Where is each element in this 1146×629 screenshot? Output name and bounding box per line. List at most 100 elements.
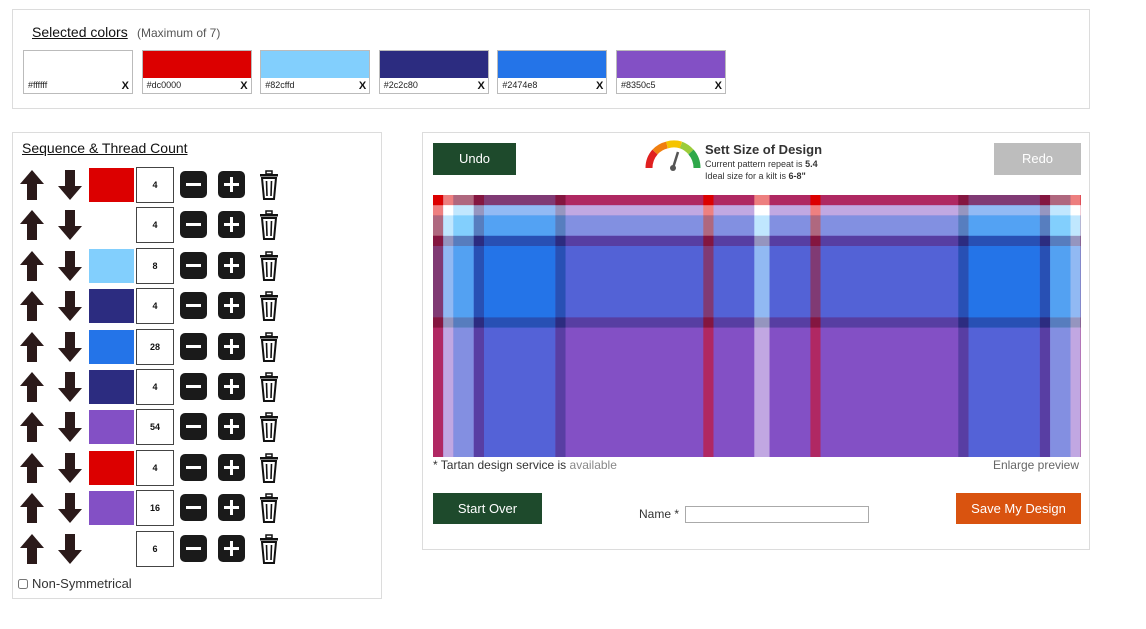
arrow-up-icon[interactable]: [19, 331, 45, 363]
sequence-row: 28: [13, 328, 383, 365]
minus-icon[interactable]: [180, 332, 207, 360]
arrow-down-icon[interactable]: [57, 371, 83, 403]
trash-icon[interactable]: [259, 291, 279, 322]
plus-icon[interactable]: [218, 373, 245, 400]
trash-icon[interactable]: [259, 453, 279, 483]
minus-icon[interactable]: [180, 373, 207, 400]
swatch-hex-label: #2474e8: [502, 80, 538, 90]
arrow-up-icon[interactable]: [19, 290, 45, 322]
arrow-down-icon[interactable]: [57, 290, 83, 322]
enlarge-preview-link[interactable]: Enlarge preview: [993, 458, 1079, 472]
start-over-button[interactable]: Start Over: [433, 493, 542, 524]
trash-icon[interactable]: [259, 170, 279, 200]
remove-color-button[interactable]: X: [240, 80, 247, 92]
plus-icon[interactable]: [218, 413, 245, 441]
color-swatch[interactable]: #2c2c80 X: [378, 50, 489, 94]
color-swatch[interactable]: #ffffff X: [23, 50, 133, 94]
sequence-color-chip[interactable]: [89, 208, 134, 243]
pattern-repeat-value: 5.4: [805, 159, 818, 169]
sequence-color-chip[interactable]: [89, 329, 134, 364]
thread-count-field[interactable]: 28: [136, 328, 174, 365]
thread-count-field[interactable]: 8: [136, 247, 174, 284]
trash-icon[interactable]: [259, 412, 279, 443]
thread-count-field[interactable]: 16: [136, 490, 174, 527]
minus-icon[interactable]: [180, 292, 207, 320]
minus-icon[interactable]: [180, 453, 207, 481]
thread-count-field[interactable]: 6: [136, 530, 174, 567]
plus-icon[interactable]: [218, 292, 245, 320]
remove-color-button[interactable]: X: [122, 80, 129, 92]
sequence-color-chip[interactable]: [89, 410, 134, 445]
arrow-up-icon[interactable]: [19, 169, 45, 201]
redo-button[interactable]: Redo: [994, 143, 1081, 175]
trash-icon[interactable]: [259, 251, 279, 281]
minus-icon[interactable]: [180, 494, 207, 522]
arrow-down-icon[interactable]: [57, 169, 83, 201]
minus-icon[interactable]: [180, 534, 207, 562]
remove-color-button[interactable]: X: [715, 80, 722, 92]
trash-icon[interactable]: [259, 493, 279, 524]
trash-icon[interactable]: [259, 533, 279, 564]
arrow-down-icon[interactable]: [57, 411, 83, 443]
sequence-color-chip[interactable]: [89, 450, 134, 485]
arrow-down-icon[interactable]: [57, 209, 83, 241]
plus-icon[interactable]: [218, 494, 245, 522]
color-swatch[interactable]: #8350c5 X: [616, 50, 726, 94]
sequence-color-chip[interactable]: [89, 531, 134, 566]
remove-color-button[interactable]: X: [596, 80, 603, 92]
remove-color-button[interactable]: X: [359, 80, 366, 92]
minus-icon[interactable]: [180, 211, 207, 239]
plus-icon[interactable]: [218, 171, 245, 198]
selected-colors-title: Selected colors: [32, 24, 128, 40]
remove-color-button[interactable]: X: [477, 80, 484, 92]
sequence-color-chip[interactable]: [89, 491, 134, 526]
minus-icon[interactable]: [180, 251, 207, 279]
sequence-row: 4: [13, 207, 383, 244]
weft-stripe: [433, 246, 1081, 318]
swatch-fill: [498, 51, 607, 78]
plus-icon[interactable]: [218, 453, 245, 481]
color-swatch[interactable]: #2474e8 X: [497, 50, 608, 94]
sequence-color-chip[interactable]: [89, 168, 134, 202]
undo-button[interactable]: Undo: [433, 143, 516, 175]
swatch-hex-label: #8350c5: [621, 80, 656, 90]
plus-icon[interactable]: [218, 534, 245, 562]
plus-icon[interactable]: [218, 211, 245, 239]
minus-icon[interactable]: [180, 413, 207, 441]
arrow-down-icon[interactable]: [57, 250, 83, 282]
arrow-down-icon[interactable]: [57, 533, 83, 565]
thread-count-field[interactable]: 4: [136, 167, 174, 203]
sequence-color-chip[interactable]: [89, 289, 134, 324]
arrow-up-icon[interactable]: [19, 209, 45, 241]
thread-count-field[interactable]: 4: [136, 207, 174, 244]
arrow-up-icon[interactable]: [19, 250, 45, 282]
trash-icon[interactable]: [259, 372, 279, 402]
arrow-down-icon[interactable]: [57, 452, 83, 484]
sequence-row: 6: [13, 530, 383, 567]
thread-count-field[interactable]: 4: [136, 288, 174, 325]
save-design-button[interactable]: Save My Design: [956, 493, 1081, 524]
arrow-down-icon[interactable]: [57, 492, 83, 524]
arrow-up-icon[interactable]: [19, 371, 45, 403]
plus-icon[interactable]: [218, 251, 245, 279]
thread-count-field[interactable]: 54: [136, 409, 174, 446]
arrow-up-icon[interactable]: [19, 411, 45, 443]
arrow-down-icon[interactable]: [57, 331, 83, 363]
trash-icon[interactable]: [259, 210, 279, 241]
non-symmetrical-checkbox[interactable]: [18, 578, 28, 589]
color-swatch[interactable]: #82cffd X: [260, 50, 371, 94]
non-symmetrical-option[interactable]: Non-Symmetrical: [18, 576, 132, 591]
color-swatch[interactable]: #dc0000 X: [141, 50, 252, 94]
thread-count-field[interactable]: 4: [136, 369, 174, 405]
weft-stripe: [433, 205, 1081, 216]
sequence-color-chip[interactable]: [89, 248, 134, 283]
thread-count-field[interactable]: 4: [136, 449, 174, 486]
plus-icon[interactable]: [218, 332, 245, 360]
minus-icon[interactable]: [180, 171, 207, 198]
sequence-color-chip[interactable]: [89, 370, 134, 404]
trash-icon[interactable]: [259, 331, 279, 362]
arrow-up-icon[interactable]: [19, 533, 45, 565]
name-input[interactable]: [685, 506, 869, 523]
arrow-up-icon[interactable]: [19, 452, 45, 484]
arrow-up-icon[interactable]: [19, 492, 45, 524]
